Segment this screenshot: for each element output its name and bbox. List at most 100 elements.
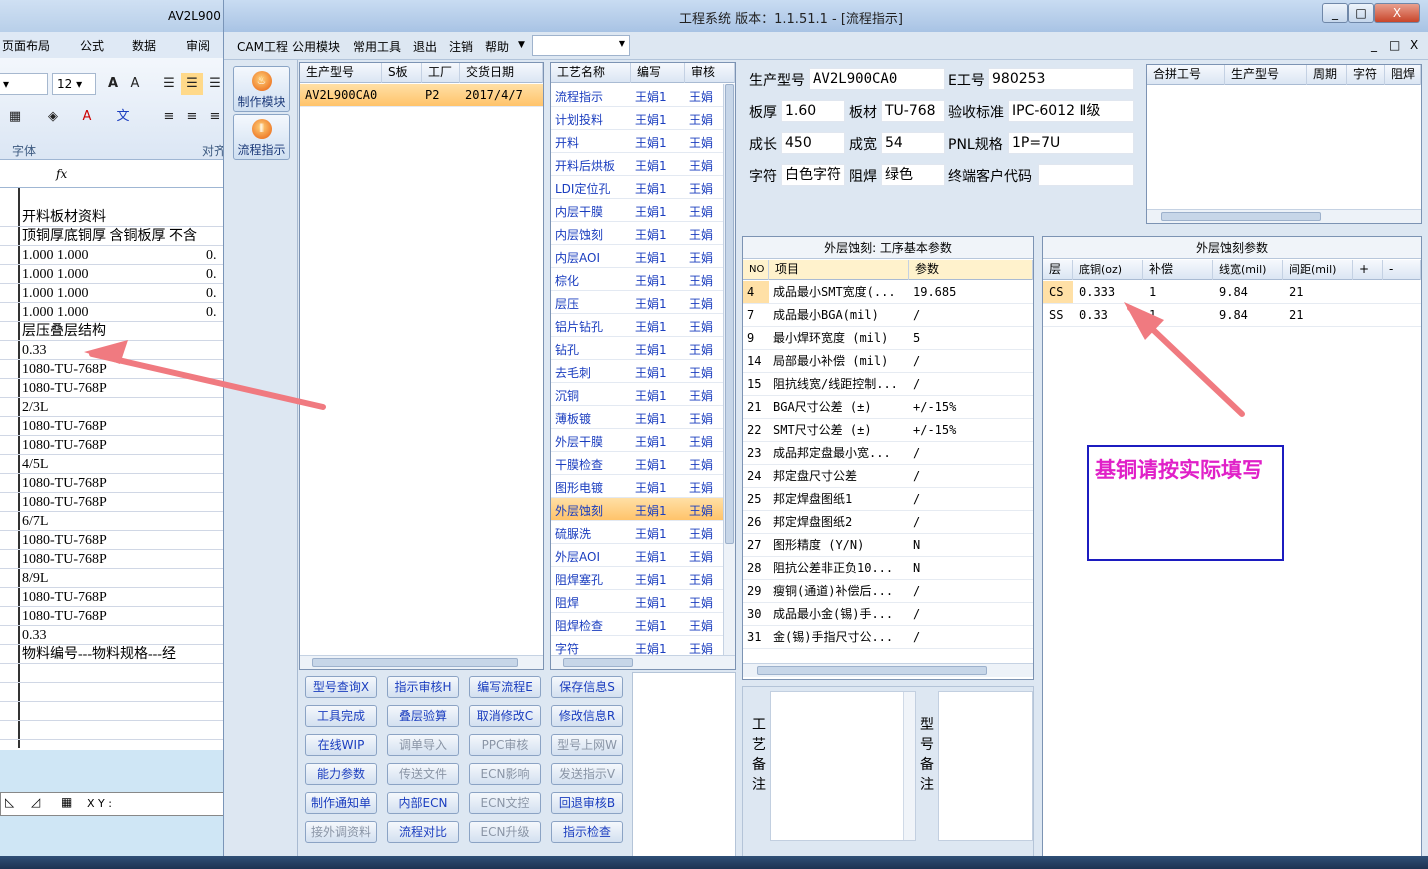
action-button[interactable]: 接外调资料 — [305, 821, 377, 843]
col-merge-mask[interactable]: 阻焊 — [1385, 65, 1421, 85]
add-row-button[interactable]: + — [1353, 260, 1383, 280]
excel-row[interactable]: 1080-TU-768P — [0, 379, 240, 398]
excel-row[interactable]: 层压叠层结构 — [0, 322, 240, 341]
close-button[interactable]: X — [1374, 3, 1420, 23]
col-process-name[interactable]: 工艺名称 — [551, 63, 631, 83]
action-button[interactable]: ECN文控 — [469, 792, 541, 814]
line-icon[interactable]: ◿ — [31, 795, 40, 809]
grow-font-icon[interactable]: A — [102, 73, 124, 95]
align-left-icon[interactable]: ≡ — [158, 106, 180, 128]
action-button[interactable]: 回退审核B — [551, 792, 623, 814]
action-button[interactable]: 叠层验算 — [387, 705, 459, 727]
excel-row[interactable]: 1080-TU-768P — [0, 531, 240, 550]
excel-tab[interactable]: 公式 — [80, 37, 104, 54]
table-row[interactable]: 内层干膜 王娟1 王娟 — [551, 199, 723, 222]
pnl-field[interactable]: 1P=7U — [1008, 132, 1134, 154]
child-restore-button[interactable]: □ — [1389, 38, 1400, 52]
select-icon[interactable]: ◺ — [5, 795, 14, 809]
action-button[interactable]: 型号查询X — [305, 676, 377, 698]
table-row[interactable]: 铝片钻孔 王娟1 王娟 — [551, 314, 723, 337]
table-row[interactable]: 沉铜 王娟1 王娟 — [551, 383, 723, 406]
minimize-button[interactable]: _ — [1322, 3, 1348, 23]
table-row[interactable]: 27 图形精度 (Y/N) N — [743, 534, 1033, 557]
child-minimize-button[interactable]: _ — [1371, 38, 1377, 52]
menu-common-module[interactable]: 公用模块 — [292, 38, 340, 55]
action-button[interactable]: 工具完成 — [305, 705, 377, 727]
table-row[interactable]: 15 阻抗线宽/线距控制... / — [743, 373, 1033, 396]
table-row[interactable]: 棕化 王娟1 王娟 — [551, 268, 723, 291]
action-button[interactable]: PPC审核 — [469, 734, 541, 756]
table-row[interactable]: 内层AOI 王娟1 王娟 — [551, 245, 723, 268]
excel-row[interactable]: 1080-TU-768P — [0, 588, 240, 607]
table-row[interactable]: 去毛刺 王娟1 王娟 — [551, 360, 723, 383]
col-merge-no[interactable]: 合拼工号 — [1147, 65, 1225, 85]
table-row[interactable]: 29 瘦铜(通道)补偿后... / — [743, 580, 1033, 603]
table-row[interactable]: 阻焊塞孔 王娟1 王娟 — [551, 567, 723, 590]
process-remark-field[interactable] — [770, 691, 916, 841]
order-hscroll[interactable] — [300, 655, 543, 669]
excel-row[interactable]: 1080-TU-768P — [0, 474, 240, 493]
merge-table[interactable]: 合拼工号 生产型号 周期 字符 阻焊 — [1146, 64, 1422, 224]
table-row[interactable]: LDI定位孔 王娟1 王娟 — [551, 176, 723, 199]
table-row[interactable]: 9 最小焊环宽度 (mil) 5 — [743, 327, 1033, 350]
menu-dropdown-icon[interactable]: ▼ — [518, 40, 525, 50]
table-row[interactable]: SS 0.33 1 9.84 21 — [1043, 304, 1421, 327]
excel-row[interactable]: 顶铜厚底铜厚 含铜板厚 不含 — [0, 227, 240, 246]
action-button[interactable]: 在线WIP — [305, 734, 377, 756]
align-top-icon[interactable]: ☰ — [158, 73, 180, 95]
excel-row[interactable]: 8/9L — [0, 569, 240, 588]
col-merge-char[interactable]: 字符 — [1347, 65, 1385, 85]
model-field[interactable]: AV2L900CA0 — [809, 68, 945, 90]
char-field[interactable]: 白色字符 — [781, 164, 845, 186]
excel-row[interactable]: 1.000 1.000 0. — [0, 265, 240, 284]
table-row[interactable]: 31 金(锡)手指尺寸公... / — [743, 626, 1033, 649]
col-merge-cycle[interactable]: 周期 — [1307, 65, 1347, 85]
menu-exit[interactable]: 退出 — [413, 38, 437, 55]
excel-row[interactable]: 1080-TU-768P — [0, 493, 240, 512]
excel-row[interactable] — [0, 683, 240, 702]
action-button[interactable]: 指示检查 — [551, 821, 623, 843]
table-row[interactable]: 薄板镀 王娟1 王娟 — [551, 406, 723, 429]
excel-row[interactable]: 1.000 1.000 0. — [0, 284, 240, 303]
excel-row[interactable]: 1080-TU-768P — [0, 417, 240, 436]
table-row[interactable]: 钻孔 王娟1 王娟 — [551, 337, 723, 360]
menu-help[interactable]: 帮助 — [485, 38, 509, 55]
col-merge-model[interactable]: 生产型号 — [1225, 65, 1307, 85]
excel-row[interactable]: 1080-TU-768P — [0, 607, 240, 626]
table-row[interactable]: 14 局部最小补偿 (mil) / — [743, 350, 1033, 373]
table-row[interactable]: 计划投料 王娟1 王娟 — [551, 107, 723, 130]
table-row[interactable]: 开料后烘板 王娟1 王娟 — [551, 153, 723, 176]
action-button[interactable]: ECN升级 — [469, 821, 541, 843]
action-button[interactable]: 取消修改C — [469, 705, 541, 727]
excel-row[interactable]: 物料编号---物料规格---经 — [0, 645, 240, 664]
table-row[interactable]: 内层蚀刻 王娟1 王娟 — [551, 222, 723, 245]
excel-row[interactable]: 1080-TU-768P — [0, 550, 240, 569]
col-spacing[interactable]: 间距(mil) — [1283, 260, 1353, 280]
col-compensation[interactable]: 补偿 — [1143, 260, 1213, 280]
excel-row[interactable]: 1080-TU-768P — [0, 436, 240, 455]
shrink-font-icon[interactable]: A — [124, 73, 146, 95]
process-vscroll[interactable] — [723, 84, 735, 656]
excel-tab[interactable]: 数据 — [132, 37, 156, 54]
font-size-box[interactable]: 12 ▾ — [52, 73, 96, 95]
length-field[interactable]: 450 — [781, 132, 845, 154]
child-close-button[interactable]: X — [1410, 38, 1418, 52]
menu-tools[interactable]: 常用工具 — [353, 38, 401, 55]
excel-row[interactable]: 0.33 — [0, 341, 240, 360]
table-row[interactable]: 24 邦定盘尺寸公差 / — [743, 465, 1033, 488]
maximize-button[interactable]: □ — [1348, 3, 1374, 23]
fill-color-icon[interactable]: ◈ — [42, 106, 64, 128]
table-row[interactable]: 外层干膜 王娟1 王娟 — [551, 429, 723, 452]
excel-row[interactable]: 4/5L — [0, 455, 240, 474]
basic-param-hscroll[interactable] — [743, 663, 1033, 677]
table-row[interactable]: 外层蚀刻 王娟1 王娟 — [551, 498, 723, 521]
col-model[interactable]: 生产型号 — [300, 63, 382, 83]
grid-icon[interactable]: ▦ — [61, 795, 72, 809]
excel-row[interactable]: 0.33 — [0, 626, 240, 645]
col-param[interactable]: 参数 — [909, 260, 1033, 280]
align-center-icon[interactable]: ≡ — [181, 106, 203, 128]
border-icon[interactable]: ▦ — [4, 106, 26, 128]
remove-row-button[interactable]: - — [1383, 260, 1421, 280]
standard-field[interactable]: IPC-6012 Ⅱ级 — [1008, 100, 1134, 122]
table-row[interactable]: 开料 王娟1 王娟 — [551, 130, 723, 153]
